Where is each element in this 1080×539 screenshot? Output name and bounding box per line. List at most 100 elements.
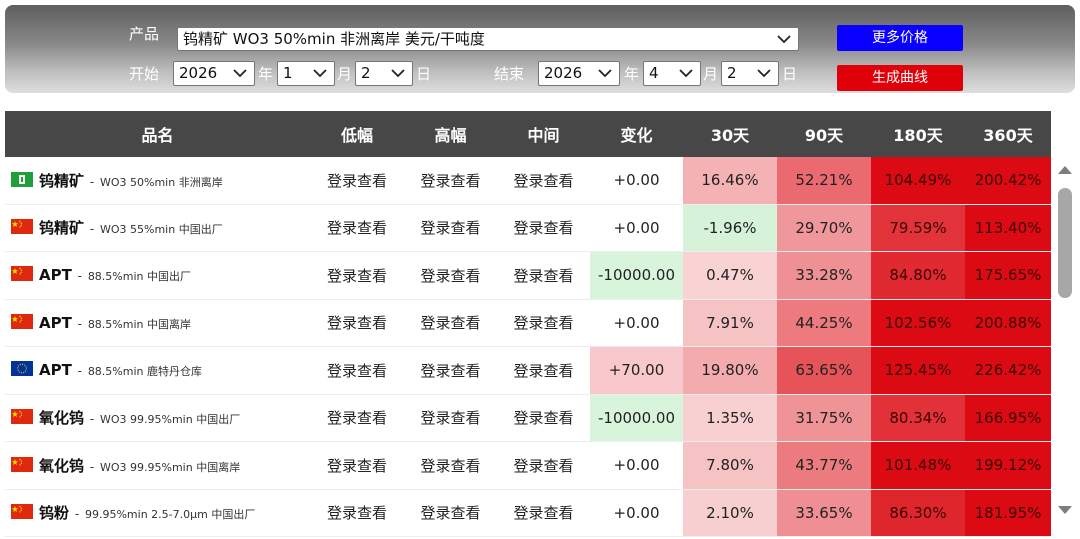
product-name[interactable]: 氧化钨 — [39, 457, 84, 475]
china-flag-icon — [11, 313, 33, 329]
high-cell[interactable]: 登录查看 — [404, 204, 497, 252]
pct-180d-cell: 101.48% — [871, 441, 965, 490]
product-name-cell[interactable]: 钨精矿 - WO3 50%min 非洲离岸 — [5, 157, 310, 205]
header-name[interactable]: 品名 — [5, 111, 310, 157]
low-cell[interactable]: 登录查看 — [310, 204, 404, 252]
mid-cell[interactable]: 登录查看 — [497, 157, 590, 205]
product-name-separator: - — [73, 316, 86, 331]
product-name-cell[interactable]: APT - 88.5%min 中国出厂 — [5, 251, 310, 300]
header-30d[interactable]: 30天 — [683, 111, 777, 157]
low-cell[interactable]: 登录查看 — [310, 157, 404, 205]
product-spec: 88.5%min 鹿特丹仓库 — [87, 365, 202, 379]
table-scrollbar[interactable] — [1055, 160, 1077, 520]
low-cell[interactable]: 登录查看 — [310, 299, 404, 347]
product-select-value: 钨精矿 WO3 50%min 非洲离岸 美元/干吨度 — [183, 30, 485, 48]
low-cell[interactable]: 登录查看 — [310, 441, 404, 490]
product-name[interactable]: APT — [39, 361, 72, 379]
start-year-select[interactable]: 2026 — [173, 61, 255, 86]
product-name[interactable]: APT — [39, 314, 72, 332]
header-360d[interactable]: 360天 — [965, 111, 1051, 157]
scroll-down-arrow-icon[interactable] — [1058, 506, 1072, 514]
change-cell: +0.00 — [590, 441, 683, 490]
product-spec: WO3 99.95%min 中国离岸 — [99, 460, 241, 474]
chevron-down-icon — [679, 69, 693, 78]
china-flag-icon — [11, 504, 33, 520]
header-180d[interactable]: 180天 — [871, 111, 965, 157]
low-cell[interactable]: 登录查看 — [310, 251, 404, 300]
change-cell: -10000.00 — [590, 394, 683, 442]
change-cell: +0.00 — [590, 299, 683, 347]
mid-cell[interactable]: 登录查看 — [497, 346, 590, 395]
product-name[interactable]: 氧化钨 — [39, 409, 84, 427]
product-name-cell[interactable]: APT - 88.5%min 鹿特丹仓库 — [5, 346, 310, 395]
low-cell[interactable]: 登录查看 — [310, 489, 404, 537]
product-name[interactable]: 钨精矿 — [39, 172, 84, 190]
table-row[interactable]: APT - 88.5%min 中国离岸 登录查看 登录查看 登录查看 +0.00 7.91… — [5, 299, 1051, 347]
table-row[interactable]: 氧化钨 - WO3 99.95%min 中国离岸 登录查看 登录查看 登录查看 +0.0… — [5, 441, 1051, 490]
end-year-value: 2026 — [544, 64, 583, 82]
start-month-select[interactable]: 1 — [277, 61, 335, 86]
more-prices-button[interactable]: 更多价格 — [837, 25, 963, 51]
end-month-value: 4 — [649, 64, 659, 82]
product-spec: 88.5%min 中国出厂 — [87, 270, 191, 284]
product-name[interactable]: 钨精矿 — [39, 219, 84, 237]
header-high[interactable]: 高幅 — [404, 111, 497, 157]
pct-360d-cell: 200.88% — [965, 299, 1051, 347]
header-90d[interactable]: 90天 — [777, 111, 871, 157]
table-row[interactable]: APT - 88.5%min 中国出厂 登录查看 登录查看 登录查看 -10000.00… — [5, 251, 1051, 300]
product-name-separator: - — [71, 507, 83, 522]
high-cell[interactable]: 登录查看 — [404, 157, 497, 205]
start-day-select[interactable]: 2 — [355, 61, 413, 86]
table-row[interactable]: 钨精矿 - WO3 50%min 非洲离岸 登录查看 登录查看 登录查看 +0.00 16… — [5, 157, 1051, 205]
low-cell[interactable]: 登录查看 — [310, 346, 404, 395]
low-cell[interactable]: 登录查看 — [310, 394, 404, 442]
end-day-value: 2 — [727, 64, 737, 82]
mid-cell[interactable]: 登录查看 — [497, 441, 590, 490]
chevron-down-icon — [233, 69, 247, 78]
header-low[interactable]: 低幅 — [310, 111, 404, 157]
chevron-down-icon — [598, 69, 612, 78]
product-spec: WO3 50%min 非洲离岸 — [99, 175, 223, 189]
product-spec: 99.95%min 2.5-7.0μm 中国出厂 — [84, 508, 256, 522]
table-body: 钨精矿 - WO3 50%min 非洲离岸 登录查看 登录查看 登录查看 +0.00 16… — [5, 157, 1051, 537]
start-month-value: 1 — [283, 64, 293, 82]
high-cell[interactable]: 登录查看 — [404, 394, 497, 442]
pct-30d-cell: 7.80% — [683, 441, 777, 490]
scroll-up-arrow-icon[interactable] — [1058, 166, 1072, 174]
table-row[interactable]: APT - 88.5%min 鹿特丹仓库 登录查看 登录查看 登录查看 +70.00 19… — [5, 346, 1051, 395]
high-cell[interactable]: 登录查看 — [404, 441, 497, 490]
end-year-select[interactable]: 2026 — [538, 61, 620, 86]
table-row[interactable]: 钨精矿 - WO3 55%min 中国出厂 登录查看 登录查看 登录查看 +0.00 -1… — [5, 204, 1051, 252]
mid-cell[interactable]: 登录查看 — [497, 204, 590, 252]
end-month-select[interactable]: 4 — [643, 61, 701, 86]
end-day-select[interactable]: 2 — [721, 61, 779, 86]
mid-cell[interactable]: 登录查看 — [497, 299, 590, 347]
product-name[interactable]: APT — [39, 266, 72, 284]
chevron-down-icon — [757, 69, 771, 78]
high-cell[interactable]: 登录查看 — [404, 299, 497, 347]
mid-cell[interactable]: 登录查看 — [497, 394, 590, 442]
high-cell[interactable]: 登录查看 — [404, 489, 497, 537]
product-name-cell[interactable]: APT - 88.5%min 中国离岸 — [5, 299, 310, 347]
header-mid[interactable]: 中间 — [497, 111, 590, 157]
header-change[interactable]: 变化 — [590, 111, 683, 157]
generate-curve-button[interactable]: 生成曲线 — [837, 65, 963, 91]
pct-180d-cell: 80.34% — [871, 394, 965, 442]
mid-cell[interactable]: 登录查看 — [497, 251, 590, 300]
high-cell[interactable]: 登录查看 — [404, 346, 497, 395]
product-name-cell[interactable]: 氧化钨 - WO3 99.95%min 中国出厂 — [5, 394, 310, 442]
pct-180d-cell: 104.49% — [871, 157, 965, 205]
product-name-cell[interactable]: 氧化钨 - WO3 99.95%min 中国离岸 — [5, 441, 310, 490]
product-select[interactable]: 钨精矿 WO3 50%min 非洲离岸 美元/干吨度 — [177, 27, 799, 51]
product-name-separator: - — [86, 174, 98, 189]
pct-360d-cell: 200.42% — [965, 157, 1051, 205]
product-name-cell[interactable]: 钨精矿 - WO3 55%min 中国出厂 — [5, 204, 310, 252]
table-header-row: 品名 低幅 高幅 中间 变化 30天 90天 180天 360天 — [5, 111, 1051, 157]
product-name-cell[interactable]: 钨粉 - 99.95%min 2.5-7.0μm 中国出厂 — [5, 489, 310, 537]
scrollbar-thumb[interactable] — [1058, 188, 1072, 298]
mid-cell[interactable]: 登录查看 — [497, 489, 590, 537]
table-row[interactable]: 氧化钨 - WO3 99.95%min 中国出厂 登录查看 登录查看 登录查看 -100… — [5, 394, 1051, 442]
product-name[interactable]: 钨粉 — [39, 504, 69, 522]
high-cell[interactable]: 登录查看 — [404, 251, 497, 300]
table-row[interactable]: 钨粉 - 99.95%min 2.5-7.0μm 中国出厂 登录查看 登录查看 登录查… — [5, 489, 1051, 537]
